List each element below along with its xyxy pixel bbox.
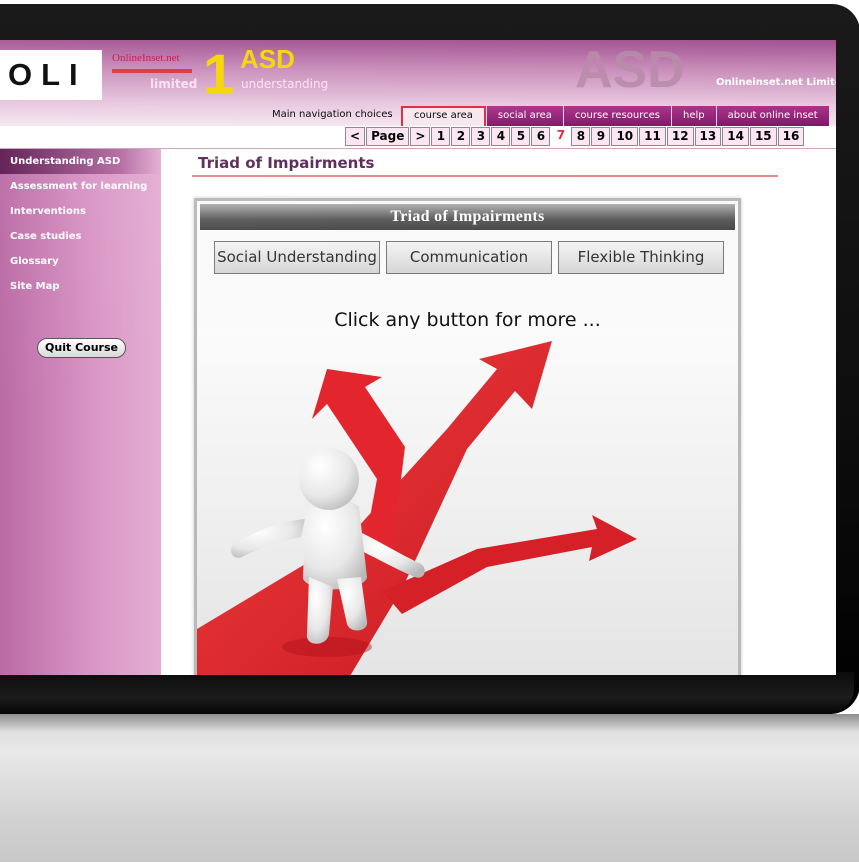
pager-page-15[interactable]: 15 — [749, 127, 777, 146]
sidebar-item-case-studies[interactable]: Case studies — [0, 224, 161, 249]
oli-logo-text: OLI — [8, 57, 87, 92]
pager-page-2[interactable]: 2 — [451, 127, 471, 146]
monitor-stand — [0, 714, 859, 862]
sidebar-item-glossary[interactable]: Glossary — [0, 249, 161, 274]
pager-next-button[interactable]: > — [410, 127, 431, 146]
nav-tab-help[interactable]: help — [670, 106, 716, 126]
communication-button[interactable]: Communication — [386, 241, 552, 274]
brand-underline — [112, 69, 192, 73]
sidebar-item-site-map[interactable]: Site Map — [0, 274, 161, 299]
pager-page-9[interactable]: 9 — [591, 127, 611, 146]
pager-prev-button[interactable]: < — [345, 127, 366, 146]
triad-panel: Triad of Impairments Social Understandin… — [194, 198, 741, 675]
pager-page-7-current[interactable]: 7 — [551, 127, 570, 146]
header-watermark: ASD — [575, 41, 685, 99]
pager-page-11[interactable]: 11 — [639, 127, 666, 146]
pager-page-8[interactable]: 8 — [571, 127, 591, 146]
click-hint: Click any button for more ... — [334, 309, 601, 331]
pager-page-13[interactable]: 13 — [694, 127, 722, 146]
pager: < Page > 1 2 3 4 5 6 7 8 9 10 11 12 13 1… — [345, 127, 805, 146]
monitor-chin — [0, 672, 854, 714]
pager-page-3[interactable]: 3 — [471, 127, 491, 146]
sidebar-item-interventions[interactable]: Interventions — [0, 199, 161, 224]
sidebar-item-understanding-asd[interactable]: Understanding ASD — [0, 149, 161, 174]
panel-title: Triad of Impairments — [200, 204, 735, 230]
sidebar-item-assessment[interactable]: Assessment for learning — [0, 174, 161, 199]
nav-tab-social-area[interactable]: social area — [485, 106, 563, 126]
nav-tab-course-resources[interactable]: course resources — [562, 106, 671, 126]
pager-page-5[interactable]: 5 — [511, 127, 531, 146]
brand-name: OnlineInset.net — [112, 52, 180, 64]
pager-page-10[interactable]: 10 — [611, 127, 639, 146]
stand-shadow — [0, 714, 859, 732]
pager-page-1[interactable]: 1 — [431, 127, 451, 146]
page-title: Triad of Impairments — [198, 154, 375, 172]
site-header: OLI OnlineInset.net limited 1 ASD unders… — [0, 40, 836, 126]
course-subtitle: understanding — [241, 77, 329, 91]
sidebar: Understanding ASD Assessment for learnin… — [0, 149, 161, 675]
quit-course-button[interactable]: Quit Course — [37, 338, 126, 358]
pager-label: Page — [366, 127, 410, 146]
social-understanding-button[interactable]: Social Understanding — [214, 241, 380, 274]
flexible-thinking-button[interactable]: Flexible Thinking — [558, 241, 724, 274]
screen: OLI OnlineInset.net limited 1 ASD unders… — [0, 40, 836, 675]
nav-tab-course-area[interactable]: course area — [401, 106, 486, 126]
course-title: ASD — [240, 44, 295, 74]
oli-logo[interactable]: OLI — [0, 50, 102, 100]
nav-label: Main navigation choices — [272, 109, 393, 120]
title-underline — [192, 175, 778, 177]
main-nav: course area social area course resources… — [401, 106, 829, 126]
course-number: 1 — [203, 42, 235, 105]
company-name: Onlineinset.net Limited — [716, 77, 836, 88]
pager-page-4[interactable]: 4 — [491, 127, 511, 146]
nav-tab-about[interactable]: about online inset — [715, 106, 829, 126]
pager-page-14[interactable]: 14 — [722, 127, 749, 146]
brand-limited: limited — [150, 77, 198, 91]
pager-page-16[interactable]: 16 — [777, 127, 805, 146]
pager-page-6[interactable]: 6 — [531, 127, 551, 146]
crossroads-illustration — [197, 329, 738, 675]
pager-page-12[interactable]: 12 — [666, 127, 694, 146]
